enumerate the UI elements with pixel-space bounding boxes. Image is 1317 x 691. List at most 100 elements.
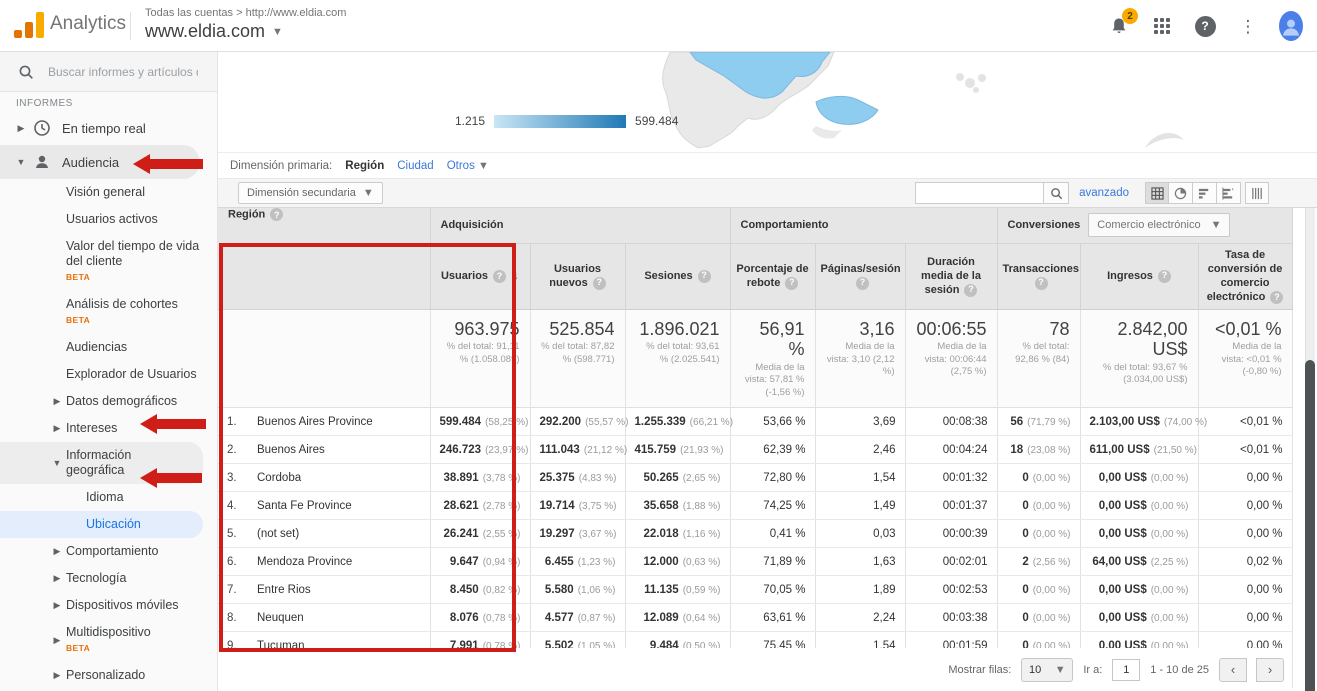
region-cell[interactable]: 8.Neuquen xyxy=(218,604,430,632)
sidebar-item-comportamiento[interactable]: ▶ Comportamiento xyxy=(0,538,217,565)
column-header-usuarios[interactable]: Usuarios?↓ xyxy=(430,243,530,309)
sesiones-cell: 415.759(21,93 %) xyxy=(625,436,730,464)
usuarios-cell: 9.647(0,94 %) xyxy=(430,548,530,576)
beta-badge: BETA xyxy=(66,270,207,285)
column-header-duracion-media[interactable]: Duración media de la sesión? xyxy=(905,243,997,309)
help-icon[interactable]: ? xyxy=(785,277,798,290)
chevron-down-icon: ▼ xyxy=(1055,664,1066,676)
sidebar-item-vision-general[interactable]: Visión general xyxy=(0,179,217,206)
rebote-cell: 62,39 % xyxy=(730,436,815,464)
usuarios-nuevos-cell: 292.200(55,57 %) xyxy=(530,408,625,436)
conversion-type-select[interactable]: Comercio electrónico ▼ xyxy=(1088,213,1230,237)
goto-page-input[interactable] xyxy=(1112,659,1140,681)
column-header-sesiones[interactable]: Sesiones? xyxy=(625,243,730,309)
total-duracion: 00:06:55Media de la vista: 00:06:44 (2,7… xyxy=(905,309,997,407)
next-page-button[interactable]: › xyxy=(1256,658,1284,682)
chevron-right-icon[interactable]: ▶ xyxy=(14,123,28,134)
sidebar-item-valor-tiempo-vida[interactable]: Valor del tiempo de vida del cliente BET… xyxy=(0,233,217,291)
region-name: Buenos Aires xyxy=(257,444,325,456)
view-pivot-button[interactable] xyxy=(1245,182,1269,204)
sidebar-search[interactable] xyxy=(0,52,217,92)
help-icon[interactable]: ? xyxy=(1035,277,1048,290)
sidebar-item-en-tiempo-real[interactable]: ▶ En tiempo real xyxy=(0,111,217,145)
more-options-icon[interactable]: ⋮ xyxy=(1236,14,1260,38)
region-cell[interactable]: 3.Cordoba xyxy=(218,464,430,492)
sidebar-item-dispositivos-moviles[interactable]: ▶ Dispositivos móviles xyxy=(0,592,217,619)
table-search-button[interactable] xyxy=(1043,182,1069,204)
sidebar-item-analisis-cohortes[interactable]: Análisis de cohortes BETA xyxy=(0,291,217,334)
rows-per-page-select[interactable]: 10 ▼ xyxy=(1021,658,1073,682)
top-bar: Analytics Todas las cuentas > http://www… xyxy=(0,0,1317,52)
view-comparison-button[interactable] xyxy=(1217,182,1241,204)
chevron-right-icon: ▶ xyxy=(50,598,64,613)
table-row: 6.Mendoza Province 9.647(0,94 %) 6.455(1… xyxy=(218,548,1292,576)
main-content: 1.215 599.484 Dimensión primaria: Región… xyxy=(218,52,1317,691)
map-region-tierra-del-fuego[interactable] xyxy=(816,96,878,124)
sidebar-item-idioma[interactable]: Idioma xyxy=(0,484,217,511)
advanced-search-link[interactable]: avanzado xyxy=(1079,187,1129,199)
help-icon[interactable]: ? xyxy=(270,208,283,221)
dimension-ciudad-link[interactable]: Ciudad xyxy=(397,160,433,172)
region-cell[interactable]: 1.Buenos Aires Province xyxy=(218,408,430,436)
sidebar-item-label: Audiencia xyxy=(62,155,119,170)
scrollbar-thumb[interactable] xyxy=(1305,360,1315,691)
group-header-adquisicion: Adquisición xyxy=(430,208,730,243)
sidebar-item-audiencia[interactable]: ▼ Audiencia xyxy=(0,145,217,179)
column-header-region[interactable]: Región? xyxy=(218,208,430,309)
help-icon[interactable]: ? xyxy=(593,277,606,290)
paginas-cell: 3,69 xyxy=(815,408,905,436)
chevron-down-icon[interactable]: ▼ xyxy=(14,157,28,167)
sidebar-item-datos-demograficos[interactable]: ▶ Datos demográficos xyxy=(0,388,217,415)
table-footer: Mostrar filas: 10 ▼ Ir a: 1 - 10 de 25 ‹… xyxy=(218,648,1292,691)
sidebar-item-ubicacion[interactable]: Ubicación xyxy=(0,511,203,538)
column-header-paginas-sesion[interactable]: Páginas/sesión? xyxy=(815,243,905,309)
help-icon[interactable]: ? xyxy=(964,284,977,297)
sidebar-item-usuarios-activos[interactable]: Usuarios activos xyxy=(0,206,217,233)
region-name: Santa Fe Province xyxy=(257,500,352,512)
sidebar-item-audiencias[interactable]: Audiencias xyxy=(0,334,217,361)
reports-section-label: INFORMES xyxy=(0,92,217,111)
help-icon[interactable]: ? xyxy=(1270,291,1283,304)
column-header-tasa-conversion[interactable]: Tasa de conversión de comercio electróni… xyxy=(1198,243,1292,309)
view-performance-button[interactable] xyxy=(1193,182,1217,204)
column-header-transacciones[interactable]: Transacciones? xyxy=(997,243,1080,309)
help-icon[interactable]: ? xyxy=(1158,270,1171,283)
dimension-region-selected[interactable]: Región xyxy=(345,160,384,172)
help-icon[interactable]: ? xyxy=(856,277,869,290)
table-search-input[interactable] xyxy=(915,182,1043,204)
sidebar-item-tecnologia[interactable]: ▶ Tecnología xyxy=(0,565,217,592)
account-selector[interactable]: www.eldia.com ▼ xyxy=(145,21,283,42)
column-header-ingresos[interactable]: Ingresos? xyxy=(1080,243,1198,309)
sidebar-item-explorador-usuarios[interactable]: Explorador de Usuarios xyxy=(0,361,217,388)
previous-page-button[interactable]: ‹ xyxy=(1219,658,1247,682)
help-icon[interactable]: ? xyxy=(493,270,506,283)
column-header-usuarios-nuevos[interactable]: Usuarios nuevos? xyxy=(530,243,625,309)
search-input[interactable] xyxy=(48,65,198,79)
sidebar-item-informacion-geografica[interactable]: ▼ Información geográfica xyxy=(0,442,203,484)
column-header-porcentaje-rebote[interactable]: Porcentaje de rebote? xyxy=(730,243,815,309)
sort-descending-icon[interactable]: ↓ xyxy=(513,268,519,282)
usuarios-cell: 28.621(2,78 %) xyxy=(430,492,530,520)
region-cell[interactable]: 6.Mendoza Province xyxy=(218,548,430,576)
view-percentage-button[interactable] xyxy=(1169,182,1193,204)
apps-grid-icon[interactable] xyxy=(1150,14,1174,38)
region-cell[interactable]: 5.(not set) xyxy=(218,520,430,548)
notifications-bell-icon[interactable]: 2 xyxy=(1107,14,1131,38)
usuarios-nuevos-cell: 6.455(1,23 %) xyxy=(530,548,625,576)
help-icon[interactable]: ? xyxy=(698,270,711,283)
paginas-cell: 0,03 xyxy=(815,520,905,548)
chevron-down-icon: ▼ xyxy=(478,160,489,172)
tasa-cell: 0,00 % xyxy=(1198,604,1292,632)
rebote-cell: 70,05 % xyxy=(730,576,815,604)
region-cell[interactable]: 4.Santa Fe Province xyxy=(218,492,430,520)
region-cell[interactable]: 7.Entre Rios xyxy=(218,576,430,604)
sidebar-item-multidispositivo[interactable]: ▶ Multidispositivo BETA xyxy=(0,619,217,662)
view-table-button[interactable] xyxy=(1145,182,1169,204)
secondary-dimension-button[interactable]: Dimensión secundaria ▼ xyxy=(238,182,383,204)
help-icon[interactable]: ? xyxy=(1193,14,1217,38)
sidebar-item-personalizado[interactable]: ▶ Personalizado xyxy=(0,662,217,689)
avatar[interactable] xyxy=(1279,14,1303,38)
dimension-otros-link[interactable]: Otros ▼ xyxy=(447,160,489,172)
sidebar-item-intereses[interactable]: ▶ Intereses xyxy=(0,415,217,442)
region-cell[interactable]: 2.Buenos Aires xyxy=(218,436,430,464)
